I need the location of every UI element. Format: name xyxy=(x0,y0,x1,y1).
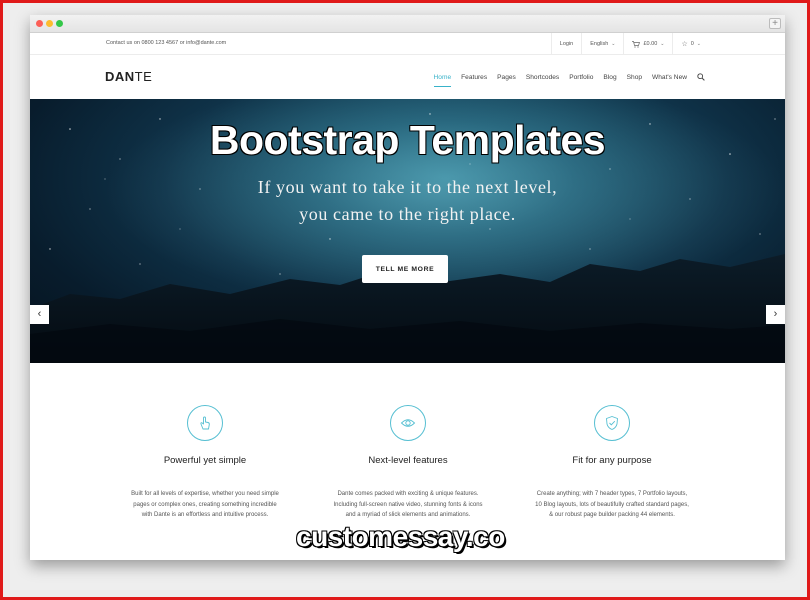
search-icon xyxy=(697,73,705,81)
cart-link[interactable]: £0.00 ⌄ xyxy=(623,33,672,55)
nav-item-blog[interactable]: Blog xyxy=(603,55,616,99)
top-info-bar: Contact us on 0800 123 4567 or info@dant… xyxy=(30,33,785,55)
nav-item-home[interactable]: Home xyxy=(433,55,451,99)
wishlist-count: 0 xyxy=(690,41,694,47)
nav-menu: Home Features Pages Shortcodes Portfolio… xyxy=(433,55,705,99)
browser-window: + Contact us on 0800 123 4567 or info@da… xyxy=(30,15,785,560)
feature-description: Built for all levels of expertise, wheth… xyxy=(131,491,279,519)
nav-item-whats-new[interactable]: What's New xyxy=(652,55,687,99)
hero-subtitle-line2: you came to the right place. xyxy=(299,204,516,224)
nav-item-shop[interactable]: Shop xyxy=(627,55,642,99)
topbar-actions: Login English ⌄ £0.00 ⌄ ☆ 0 ⌄ xyxy=(550,33,709,55)
logo-rest: TE xyxy=(134,69,153,84)
chevron-down-icon: ⌄ xyxy=(696,41,701,47)
nav-item-portfolio[interactable]: Portfolio xyxy=(569,55,593,99)
star-icon: ☆ xyxy=(681,41,688,48)
chevron-right-icon: › xyxy=(773,308,778,320)
feature-description: Create anything; with 7 header types, 7 … xyxy=(535,491,689,519)
wishlist-link[interactable]: ☆ 0 ⌄ xyxy=(672,33,709,55)
new-tab-icon[interactable]: + xyxy=(769,18,781,29)
eye-icon xyxy=(390,405,426,441)
feature-description: Dante comes packed with exciting & uniqu… xyxy=(333,491,483,519)
browser-chrome: + xyxy=(30,15,785,33)
slider-next-button[interactable]: › xyxy=(766,305,785,324)
nav-item-shortcodes[interactable]: Shortcodes xyxy=(526,55,559,99)
cart-total: £0.00 xyxy=(643,41,658,47)
slider-prev-button[interactable]: ‹ xyxy=(30,305,49,324)
logo-bold: DAN xyxy=(105,69,135,84)
chevron-down-icon: ⌄ xyxy=(660,41,665,47)
feature-title: Fit for any purpose xyxy=(572,455,652,466)
chevron-left-icon: ‹ xyxy=(37,308,42,320)
nav-item-pages[interactable]: Pages xyxy=(497,55,516,99)
hero-title: Bootstrap Templates xyxy=(209,117,606,163)
tell-me-more-button[interactable]: TELL ME MORE xyxy=(362,255,448,283)
pointer-hand-icon xyxy=(187,405,223,441)
login-link[interactable]: Login xyxy=(550,33,581,55)
minimize-window-icon[interactable] xyxy=(46,20,53,27)
language-select[interactable]: English ⌄ xyxy=(581,33,623,55)
contact-info: Contact us on 0800 123 4567 or info@dant… xyxy=(106,40,227,46)
cart-icon xyxy=(632,40,641,48)
chevron-down-icon: ⌄ xyxy=(611,41,616,47)
search-button[interactable] xyxy=(697,55,705,99)
feature-title: Next-level features xyxy=(368,455,448,466)
main-navigation: DANTE Home Features Pages Shortcodes Por… xyxy=(30,55,785,99)
watermark-text: customessay.co xyxy=(296,521,505,552)
maximize-window-icon[interactable] xyxy=(56,20,63,27)
hero-subtitle-line1: If you want to take it to the next level… xyxy=(257,177,558,197)
shield-icon xyxy=(594,405,630,441)
login-label: Login xyxy=(559,41,574,47)
nav-item-features[interactable]: Features xyxy=(461,55,487,99)
feature-title: Powerful yet simple xyxy=(163,455,247,466)
hero-slider: Bootstrap Templates If you want to take … xyxy=(30,99,785,363)
close-window-icon[interactable] xyxy=(36,20,43,27)
site-logo[interactable]: DANTE xyxy=(105,69,152,84)
language-label: English xyxy=(590,41,609,47)
